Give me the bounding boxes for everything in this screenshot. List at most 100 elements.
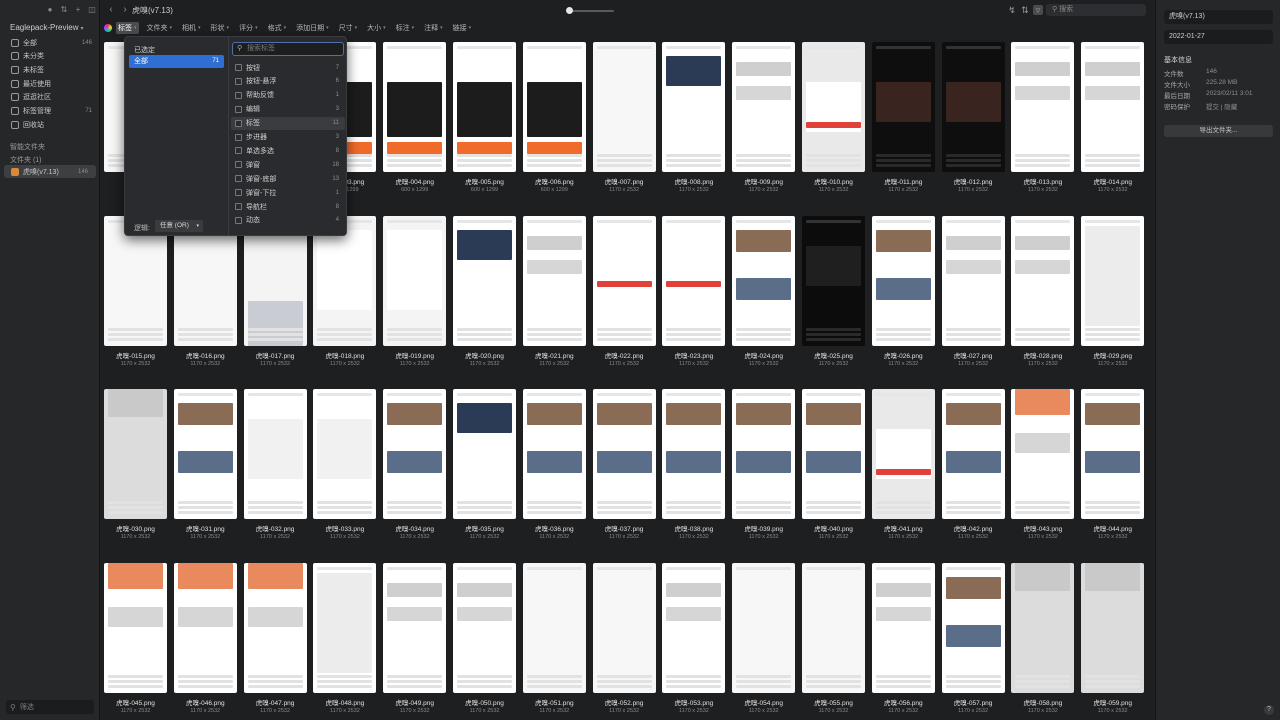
asset-card[interactable]: 虎嗅-045.png 1170 x 2532	[104, 562, 167, 714]
asset-thumbnail[interactable]	[453, 562, 516, 693]
asset-thumbnail[interactable]	[1011, 42, 1075, 172]
asset-thumbnail[interactable]	[453, 42, 516, 172]
asset-card[interactable]: 虎嗅-021.png 1170 x 2532	[522, 215, 586, 367]
zoom-slider-handle[interactable]	[566, 7, 573, 14]
asset-thumbnail[interactable]	[871, 215, 935, 346]
tag-option[interactable]: 单选多选 8	[231, 144, 345, 157]
asset-card[interactable]: 虎嗅-038.png 1170 x 2532	[662, 389, 726, 540]
tag-option[interactable]: 标签 11	[231, 116, 345, 130]
folder-item-active[interactable]: 虎嗅(v7.13) 146	[4, 165, 96, 178]
asset-thumbnail[interactable]	[383, 42, 447, 172]
asset-card[interactable]: 虎嗅-049.png 1170 x 2532	[383, 562, 447, 714]
asset-thumbnail[interactable]	[173, 562, 237, 693]
asset-thumbnail[interactable]	[592, 215, 656, 346]
asset-thumbnail[interactable]	[802, 389, 865, 519]
checkbox[interactable]	[235, 64, 242, 71]
asset-thumbnail[interactable]	[1081, 389, 1145, 519]
tag-option[interactable]: 导航栏 8	[231, 200, 345, 213]
asset-card[interactable]: 虎嗅-051.png 1170 x 2532	[522, 562, 586, 714]
folder-name-field[interactable]: 虎嗅(v7.13)	[1164, 10, 1273, 24]
tag-option[interactable]: 帮助反馈 1	[231, 89, 345, 102]
asset-card[interactable]: 虎嗅-026.png 1170 x 2532	[871, 215, 935, 367]
asset-card[interactable]: 虎嗅-011.png 1170 x 2532	[871, 42, 935, 193]
asset-thumbnail[interactable]	[662, 42, 726, 172]
asset-thumbnail[interactable]	[383, 215, 447, 346]
checkbox[interactable]	[235, 203, 242, 210]
sidebar-item[interactable]: 未标签	[0, 63, 100, 76]
asset-card[interactable]: 虎嗅-059.png 1170 x 2532	[1081, 562, 1145, 714]
tag-option[interactable]: 弹窗-底部 13	[231, 172, 345, 185]
help-icon[interactable]: ?	[1264, 705, 1274, 715]
asset-card[interactable]: 虎嗅-024.png 1170 x 2532	[732, 215, 796, 367]
asset-thumbnail[interactable]	[941, 215, 1005, 346]
asset-card[interactable]: 虎嗅-030.png 1170 x 2532	[104, 389, 167, 540]
asset-thumbnail[interactable]	[941, 42, 1005, 172]
asset-card[interactable]: 虎嗅-029.png 1170 x 2532	[1081, 215, 1145, 367]
checkbox[interactable]	[235, 119, 242, 127]
asset-thumbnail[interactable]	[732, 389, 796, 519]
lightning-icon[interactable]: ↯	[1007, 5, 1017, 15]
asset-card[interactable]: 虎嗅-041.png 1170 x 2532	[871, 389, 935, 540]
asset-card[interactable]: 虎嗅-012.png 1170 x 2532	[941, 42, 1005, 193]
asset-thumbnail[interactable]	[173, 389, 237, 519]
asset-thumbnail[interactable]	[453, 215, 516, 346]
asset-card[interactable]: 虎嗅-022.png 1170 x 2532	[592, 215, 656, 367]
asset-thumbnail[interactable]	[592, 389, 656, 519]
asset-thumbnail[interactable]	[522, 42, 586, 172]
asset-thumbnail[interactable]	[871, 42, 935, 172]
forward-icon[interactable]: ›	[120, 5, 130, 15]
asset-card[interactable]: 虎嗅-043.png 1170 x 2532	[1011, 389, 1075, 540]
asset-thumbnail[interactable]	[802, 215, 865, 346]
asset-thumbnail[interactable]	[313, 562, 377, 693]
asset-card[interactable]: 虎嗅-027.png 1170 x 2532	[941, 215, 1005, 367]
asset-card[interactable]: 虎嗅-053.png 1170 x 2532	[662, 562, 726, 714]
selected-all-item[interactable]: 全部 71	[129, 55, 224, 68]
checkbox[interactable]	[235, 147, 242, 155]
asset-thumbnail[interactable]	[1011, 215, 1075, 346]
sidebar-item[interactable]: 标签管理 71	[0, 105, 100, 118]
asset-card[interactable]: 虎嗅-019.png 1170 x 2532	[383, 215, 447, 367]
asset-card[interactable]: 虎嗅-056.png 1170 x 2532	[871, 562, 935, 714]
add-icon[interactable]: +	[74, 6, 82, 14]
asset-card[interactable]: 虎嗅-037.png 1170 x 2532	[592, 389, 656, 540]
asset-card[interactable]: 虎嗅-010.png 1170 x 2532	[802, 42, 865, 193]
asset-card[interactable]: 虎嗅-048.png 1170 x 2532	[313, 562, 377, 714]
filter-icon[interactable]: ▿	[1033, 5, 1043, 15]
checkbox[interactable]	[235, 91, 242, 99]
asset-card[interactable]: 虎嗅-050.png 1170 x 2532	[453, 562, 516, 714]
sidebar-item[interactable]: 全部 146	[0, 36, 100, 49]
asset-card[interactable]: 虎嗅-032.png 1170 x 2532	[243, 389, 307, 540]
sidebar-item[interactable]: 逛逛社区	[0, 91, 100, 104]
asset-thumbnail[interactable]	[1081, 562, 1145, 693]
filter-0[interactable]: 标签 ▾	[116, 22, 139, 34]
asset-thumbnail[interactable]	[1011, 562, 1075, 693]
asset-thumbnail[interactable]	[732, 562, 796, 693]
checkbox[interactable]	[235, 161, 242, 169]
sidebar-filter-input[interactable]: ⚲ 筛选	[6, 700, 94, 714]
checkbox[interactable]	[235, 77, 242, 85]
asset-card[interactable]: 虎嗅-044.png 1170 x 2532	[1081, 389, 1145, 540]
asset-thumbnail[interactable]	[243, 389, 307, 519]
tag-search-input[interactable]: ⚲ 搜索标签	[232, 42, 344, 56]
asset-card[interactable]: 虎嗅-033.png 1170 x 2532	[313, 389, 377, 540]
filter-4[interactable]: 评分 ▾	[237, 22, 260, 34]
asset-thumbnail[interactable]	[243, 562, 307, 693]
asset-thumbnail[interactable]	[941, 562, 1005, 693]
asset-card[interactable]: 虎嗅-034.png 1170 x 2532	[383, 389, 447, 540]
checkbox[interactable]	[235, 216, 242, 224]
sidebar-item[interactable]: 回收站	[0, 118, 100, 131]
tag-option[interactable]: 弹窗-下拉 1	[231, 186, 345, 199]
asset-card[interactable]: 虎嗅-052.png 1170 x 2532	[592, 562, 656, 714]
asset-card[interactable]: 虎嗅-007.png 1170 x 2532	[592, 42, 656, 193]
asset-thumbnail[interactable]	[662, 215, 726, 346]
folders-label[interactable]: 文件夹 (1)	[10, 155, 42, 165]
tag-option[interactable]: 弹窗 18	[231, 158, 345, 171]
asset-card[interactable]: 虎嗅-046.png 1170 x 2532	[173, 562, 237, 714]
color-filter-icon[interactable]	[104, 24, 112, 32]
zoom-slider[interactable]	[568, 10, 614, 12]
sort-icon[interactable]: ⇅	[1020, 5, 1030, 15]
asset-card[interactable]: 虎嗅-039.png 1170 x 2532	[732, 389, 796, 540]
asset-card[interactable]: 虎嗅-047.png 1170 x 2532	[243, 562, 307, 714]
asset-card[interactable]: 虎嗅-023.png 1170 x 2532	[662, 215, 726, 367]
smart-folders-label[interactable]: 智能文件夹	[10, 142, 45, 152]
